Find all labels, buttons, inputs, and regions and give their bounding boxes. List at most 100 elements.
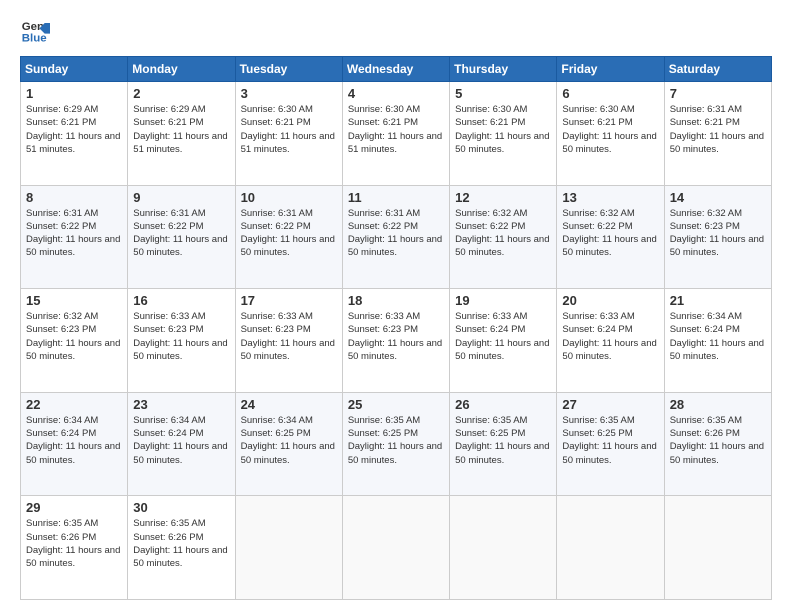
day-info: Sunrise: 6:31 AM Sunset: 6:22 PM Dayligh… <box>26 207 122 260</box>
day-number: 4 <box>348 86 444 101</box>
day-number: 26 <box>455 397 551 412</box>
day-number: 3 <box>241 86 337 101</box>
calendar-day-cell <box>664 496 771 600</box>
day-info: Sunrise: 6:32 AM Sunset: 6:23 PM Dayligh… <box>26 310 122 363</box>
day-info: Sunrise: 6:35 AM Sunset: 6:25 PM Dayligh… <box>348 414 444 467</box>
calendar-day-cell: 14 Sunrise: 6:32 AM Sunset: 6:23 PM Dayl… <box>664 185 771 289</box>
calendar-day-cell <box>235 496 342 600</box>
day-info: Sunrise: 6:35 AM Sunset: 6:26 PM Dayligh… <box>133 517 229 570</box>
calendar-day-cell: 17 Sunrise: 6:33 AM Sunset: 6:23 PM Dayl… <box>235 289 342 393</box>
day-info: Sunrise: 6:33 AM Sunset: 6:23 PM Dayligh… <box>241 310 337 363</box>
calendar-day-header: Friday <box>557 57 664 82</box>
day-info: Sunrise: 6:30 AM Sunset: 6:21 PM Dayligh… <box>455 103 551 156</box>
calendar-day-cell: 3 Sunrise: 6:30 AM Sunset: 6:21 PM Dayli… <box>235 82 342 186</box>
calendar-table: SundayMondayTuesdayWednesdayThursdayFrid… <box>20 56 772 600</box>
day-info: Sunrise: 6:34 AM Sunset: 6:24 PM Dayligh… <box>133 414 229 467</box>
calendar-week-row: 29 Sunrise: 6:35 AM Sunset: 6:26 PM Dayl… <box>21 496 772 600</box>
day-number: 12 <box>455 190 551 205</box>
day-number: 24 <box>241 397 337 412</box>
calendar-day-cell: 18 Sunrise: 6:33 AM Sunset: 6:23 PM Dayl… <box>342 289 449 393</box>
day-number: 10 <box>241 190 337 205</box>
calendar-day-header: Sunday <box>21 57 128 82</box>
day-number: 16 <box>133 293 229 308</box>
calendar-day-cell: 16 Sunrise: 6:33 AM Sunset: 6:23 PM Dayl… <box>128 289 235 393</box>
day-info: Sunrise: 6:32 AM Sunset: 6:22 PM Dayligh… <box>562 207 658 260</box>
calendar-body: 1 Sunrise: 6:29 AM Sunset: 6:21 PM Dayli… <box>21 82 772 600</box>
day-number: 9 <box>133 190 229 205</box>
day-info: Sunrise: 6:30 AM Sunset: 6:21 PM Dayligh… <box>562 103 658 156</box>
day-info: Sunrise: 6:31 AM Sunset: 6:22 PM Dayligh… <box>348 207 444 260</box>
calendar-day-cell: 26 Sunrise: 6:35 AM Sunset: 6:25 PM Dayl… <box>450 392 557 496</box>
calendar-day-header: Saturday <box>664 57 771 82</box>
page: General Blue SundayMondayTuesdayWednesda… <box>0 0 792 612</box>
day-number: 18 <box>348 293 444 308</box>
day-number: 20 <box>562 293 658 308</box>
day-number: 28 <box>670 397 766 412</box>
day-info: Sunrise: 6:35 AM Sunset: 6:25 PM Dayligh… <box>562 414 658 467</box>
day-number: 13 <box>562 190 658 205</box>
day-number: 17 <box>241 293 337 308</box>
day-info: Sunrise: 6:35 AM Sunset: 6:26 PM Dayligh… <box>670 414 766 467</box>
calendar-day-cell: 15 Sunrise: 6:32 AM Sunset: 6:23 PM Dayl… <box>21 289 128 393</box>
day-number: 23 <box>133 397 229 412</box>
calendar-day-cell: 23 Sunrise: 6:34 AM Sunset: 6:24 PM Dayl… <box>128 392 235 496</box>
day-number: 6 <box>562 86 658 101</box>
day-info: Sunrise: 6:35 AM Sunset: 6:26 PM Dayligh… <box>26 517 122 570</box>
day-info: Sunrise: 6:34 AM Sunset: 6:24 PM Dayligh… <box>670 310 766 363</box>
calendar-day-cell: 30 Sunrise: 6:35 AM Sunset: 6:26 PM Dayl… <box>128 496 235 600</box>
day-number: 7 <box>670 86 766 101</box>
day-info: Sunrise: 6:32 AM Sunset: 6:22 PM Dayligh… <box>455 207 551 260</box>
calendar-week-row: 8 Sunrise: 6:31 AM Sunset: 6:22 PM Dayli… <box>21 185 772 289</box>
day-number: 2 <box>133 86 229 101</box>
calendar-day-cell: 19 Sunrise: 6:33 AM Sunset: 6:24 PM Dayl… <box>450 289 557 393</box>
calendar-day-cell: 29 Sunrise: 6:35 AM Sunset: 6:26 PM Dayl… <box>21 496 128 600</box>
day-info: Sunrise: 6:29 AM Sunset: 6:21 PM Dayligh… <box>133 103 229 156</box>
day-number: 30 <box>133 500 229 515</box>
calendar-day-cell: 11 Sunrise: 6:31 AM Sunset: 6:22 PM Dayl… <box>342 185 449 289</box>
calendar-day-cell: 24 Sunrise: 6:34 AM Sunset: 6:25 PM Dayl… <box>235 392 342 496</box>
calendar-day-header: Thursday <box>450 57 557 82</box>
calendar-week-row: 1 Sunrise: 6:29 AM Sunset: 6:21 PM Dayli… <box>21 82 772 186</box>
calendar-day-cell: 8 Sunrise: 6:31 AM Sunset: 6:22 PM Dayli… <box>21 185 128 289</box>
day-info: Sunrise: 6:31 AM Sunset: 6:22 PM Dayligh… <box>241 207 337 260</box>
day-number: 1 <box>26 86 122 101</box>
logo: General Blue <box>20 16 56 46</box>
day-number: 21 <box>670 293 766 308</box>
calendar-day-cell: 21 Sunrise: 6:34 AM Sunset: 6:24 PM Dayl… <box>664 289 771 393</box>
day-info: Sunrise: 6:34 AM Sunset: 6:24 PM Dayligh… <box>26 414 122 467</box>
day-info: Sunrise: 6:30 AM Sunset: 6:21 PM Dayligh… <box>348 103 444 156</box>
day-info: Sunrise: 6:30 AM Sunset: 6:21 PM Dayligh… <box>241 103 337 156</box>
day-number: 27 <box>562 397 658 412</box>
day-info: Sunrise: 6:32 AM Sunset: 6:23 PM Dayligh… <box>670 207 766 260</box>
calendar-day-cell <box>342 496 449 600</box>
day-info: Sunrise: 6:33 AM Sunset: 6:23 PM Dayligh… <box>133 310 229 363</box>
calendar-day-cell: 2 Sunrise: 6:29 AM Sunset: 6:21 PM Dayli… <box>128 82 235 186</box>
calendar-day-cell: 20 Sunrise: 6:33 AM Sunset: 6:24 PM Dayl… <box>557 289 664 393</box>
day-number: 25 <box>348 397 444 412</box>
calendar-day-cell: 9 Sunrise: 6:31 AM Sunset: 6:22 PM Dayli… <box>128 185 235 289</box>
day-info: Sunrise: 6:33 AM Sunset: 6:23 PM Dayligh… <box>348 310 444 363</box>
day-number: 19 <box>455 293 551 308</box>
day-info: Sunrise: 6:34 AM Sunset: 6:25 PM Dayligh… <box>241 414 337 467</box>
calendar-week-row: 15 Sunrise: 6:32 AM Sunset: 6:23 PM Dayl… <box>21 289 772 393</box>
svg-text:Blue: Blue <box>22 33 47 45</box>
calendar-day-cell: 1 Sunrise: 6:29 AM Sunset: 6:21 PM Dayli… <box>21 82 128 186</box>
day-number: 11 <box>348 190 444 205</box>
calendar-day-cell <box>450 496 557 600</box>
calendar-day-header: Wednesday <box>342 57 449 82</box>
day-number: 15 <box>26 293 122 308</box>
calendar-day-cell: 7 Sunrise: 6:31 AM Sunset: 6:21 PM Dayli… <box>664 82 771 186</box>
calendar-day-cell: 13 Sunrise: 6:32 AM Sunset: 6:22 PM Dayl… <box>557 185 664 289</box>
calendar-day-header: Monday <box>128 57 235 82</box>
day-number: 5 <box>455 86 551 101</box>
calendar-day-cell: 4 Sunrise: 6:30 AM Sunset: 6:21 PM Dayli… <box>342 82 449 186</box>
day-info: Sunrise: 6:29 AM Sunset: 6:21 PM Dayligh… <box>26 103 122 156</box>
day-number: 29 <box>26 500 122 515</box>
day-number: 14 <box>670 190 766 205</box>
calendar-day-header: Tuesday <box>235 57 342 82</box>
day-number: 8 <box>26 190 122 205</box>
calendar-day-cell: 27 Sunrise: 6:35 AM Sunset: 6:25 PM Dayl… <box>557 392 664 496</box>
day-info: Sunrise: 6:31 AM Sunset: 6:21 PM Dayligh… <box>670 103 766 156</box>
calendar-day-cell: 6 Sunrise: 6:30 AM Sunset: 6:21 PM Dayli… <box>557 82 664 186</box>
header: General Blue <box>20 16 772 46</box>
